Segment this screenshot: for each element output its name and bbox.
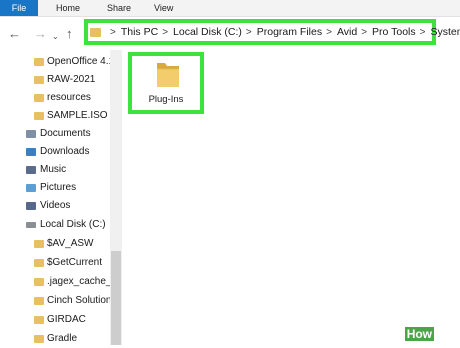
folder-icon bbox=[34, 259, 44, 267]
drive-icon bbox=[26, 222, 36, 228]
sidebar-item-label: Local Disk (C:) bbox=[40, 219, 106, 230]
sidebar-item-label: Music bbox=[40, 164, 67, 175]
folder-icon bbox=[34, 316, 44, 324]
address-bar[interactable]: > This PC > Local Disk (C:) > Program Fi… bbox=[84, 19, 460, 45]
breadcrumb-local-disk[interactable]: Local Disk (C:) bbox=[173, 26, 242, 38]
sidebar-item-label: Pictures bbox=[40, 182, 77, 193]
up-arrow-icon[interactable]: ↑ bbox=[66, 27, 73, 41]
sidebar-item-label: $AV_ASW bbox=[47, 238, 94, 249]
breadcrumb-pro-tools[interactable]: Pro Tools bbox=[372, 26, 416, 38]
sidebar-item-label: SAMPLE.ISO bbox=[47, 110, 108, 121]
sidebar-scrollbar[interactable] bbox=[110, 50, 122, 345]
tab-file[interactable]: File bbox=[0, 0, 38, 16]
breadcrumb-avid[interactable]: Avid bbox=[337, 26, 357, 38]
music-icon bbox=[26, 166, 36, 174]
breadcrumb-separator[interactable]: > bbox=[326, 27, 332, 38]
address-folder-icon bbox=[90, 27, 101, 37]
folder-icon bbox=[34, 278, 44, 286]
downloads-icon bbox=[26, 148, 36, 156]
documents-icon bbox=[26, 130, 36, 138]
sidebar-item-label: resources bbox=[47, 92, 91, 103]
wikihow-watermark: wiki How bbox=[382, 326, 458, 342]
tab-home[interactable]: Home bbox=[56, 0, 80, 16]
videos-icon bbox=[26, 202, 36, 210]
breadcrumb-program-files[interactable]: Program Files bbox=[257, 26, 322, 38]
sidebar-item-label: Downloads bbox=[40, 146, 90, 157]
watermark-wiki-text: wiki bbox=[382, 327, 405, 341]
folder-icon bbox=[34, 240, 44, 248]
sidebar-item-label: Cinch Solutions bbox=[47, 295, 117, 306]
breadcrumb-this-pc[interactable]: This PC bbox=[121, 26, 158, 38]
folder-icon bbox=[34, 94, 44, 102]
watermark-how-text: How bbox=[404, 327, 435, 341]
sidebar-item-label: GIRDAC bbox=[47, 314, 86, 325]
tab-view[interactable]: View bbox=[154, 0, 173, 16]
sidebar-item-label: Videos bbox=[40, 200, 71, 211]
sidebar-item-label: RAW-2021 bbox=[47, 74, 96, 85]
forward-arrow-icon[interactable]: → bbox=[34, 27, 47, 41]
sidebar-item-label: Gradle bbox=[47, 333, 78, 344]
folder-icon bbox=[34, 76, 44, 84]
breadcrumb-separator[interactable]: > bbox=[162, 27, 168, 38]
breadcrumb-separator[interactable]: > bbox=[110, 27, 116, 38]
folder-icon bbox=[34, 58, 44, 66]
back-arrow-icon[interactable]: ← bbox=[8, 27, 21, 41]
folder-icon bbox=[34, 112, 44, 120]
breadcrumb-system[interactable]: System bbox=[430, 26, 460, 38]
pictures-icon bbox=[26, 184, 36, 192]
tab-share[interactable]: Share bbox=[107, 0, 131, 16]
sidebar-scroll-thumb[interactable] bbox=[111, 251, 121, 345]
recent-locations-chevron-icon[interactable]: ⌄ bbox=[52, 30, 59, 44]
breadcrumb-separator[interactable]: > bbox=[420, 27, 426, 38]
folder-icon bbox=[34, 297, 44, 305]
file-item-plug-ins[interactable]: Plug-Ins bbox=[128, 52, 204, 114]
breadcrumb-separator[interactable]: > bbox=[246, 27, 252, 38]
folder-icon bbox=[157, 63, 179, 87]
sidebar-item-label: OpenOffice 4.1. bbox=[47, 56, 117, 67]
file-item-label: Plug-Ins bbox=[148, 94, 184, 105]
sidebar-item-label: $GetCurrent bbox=[47, 257, 103, 268]
navigation-pane: OpenOffice 4.1. RAW-2021 resources SAMPL… bbox=[0, 50, 123, 345]
ribbon: File Home Share View bbox=[0, 0, 460, 17]
breadcrumb-separator[interactable]: > bbox=[361, 27, 367, 38]
sidebar-item-label: Documents bbox=[40, 128, 91, 139]
folder-icon bbox=[34, 335, 44, 343]
